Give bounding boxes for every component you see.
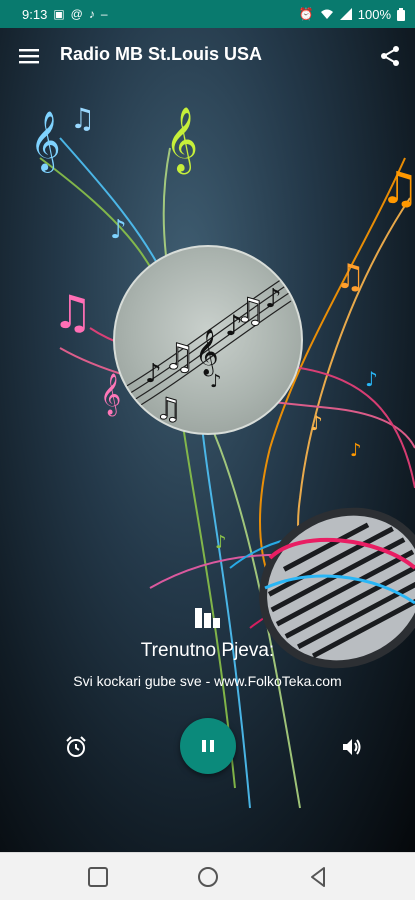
dash-icon: – [100,7,108,21]
equalizer-bars-icon [195,608,220,628]
svg-text:♪: ♪ [350,440,362,461]
svg-text:♪: ♪ [365,367,378,391]
alarm-clock-icon [66,736,86,757]
now-playing-label: Trenutno Pjeva: [140,640,275,661]
svg-text:♫: ♫ [163,337,195,378]
gallery-icon: ▣ [53,7,65,21]
volume-icon [343,739,361,755]
volume-button[interactable] [338,733,366,761]
music-note-icon: ♪ [88,7,95,21]
radio-app-screen: 𝄞 ♫ 𝄞 ♪ ♫ ♫ ♫ 𝄞 ♪ ♪ ♪ ♪ 9:13 ▣ @ ♪ – ⏰ 1… [0,0,415,900]
play-pause-button[interactable] [180,718,236,774]
svg-text:♪: ♪ [210,371,222,392]
svg-text:♪: ♪ [145,359,162,389]
battery-percent: 100% [357,6,391,22]
svg-text:𝄞: 𝄞 [30,111,61,173]
svg-text:♪: ♪ [265,284,282,314]
signal-icon [339,8,352,20]
share-icon [381,46,399,66]
svg-text:𝄞: 𝄞 [195,329,219,377]
svg-text:♪: ♪ [310,411,323,435]
pause-icon [202,740,214,752]
back-icon[interactable] [306,865,330,889]
svg-text:♫: ♫ [70,102,95,135]
alarm-button[interactable] [62,733,90,761]
battery-icon [397,7,405,21]
svg-text:♫: ♫ [380,163,415,214]
recent-apps-icon[interactable] [86,865,110,889]
share-button[interactable] [376,42,404,70]
svg-text:♪: ♪ [215,532,227,553]
home-icon[interactable] [196,865,220,889]
wifi-icon [320,9,333,19]
alarm-icon: ⏰ [298,7,314,21]
status-left: 9:13 ▣ @ ♪ – [22,7,108,22]
hamburger-menu-button[interactable] [14,42,44,70]
status-time: 9:13 [22,6,48,22]
album-art: ♪ ♫ 𝄞 ♪ ♫ ♪ ♫ ♪ [113,245,303,435]
status-bar: 9:13 ▣ @ ♪ – ⏰ 100% [0,0,415,28]
album-art-music-notes: ♪ ♫ 𝄞 ♪ ♫ ♪ ♫ ♪ [124,276,292,428]
toolbar: Radio MB St.Louis USA [0,28,415,84]
svg-text:𝄞: 𝄞 [100,373,121,416]
svg-text:♫: ♫ [52,285,93,339]
status-right: ⏰ 100% [299,7,405,22]
svg-text:♪: ♪ [110,215,127,245]
track-title: Svi kockari gube sve - www.FolkoTeka.com [73,673,342,689]
svg-text:♫: ♫ [335,257,365,297]
at-icon: @ [70,7,83,21]
svg-text:♫: ♫ [235,291,265,331]
system-navigation-bar [0,852,415,900]
svg-text:𝄞: 𝄞 [165,107,198,174]
app-title: Radio MB St.Louis USA [60,44,262,64]
svg-text:♫: ♫ [155,392,182,427]
hamburger-menu-icon [19,49,39,64]
